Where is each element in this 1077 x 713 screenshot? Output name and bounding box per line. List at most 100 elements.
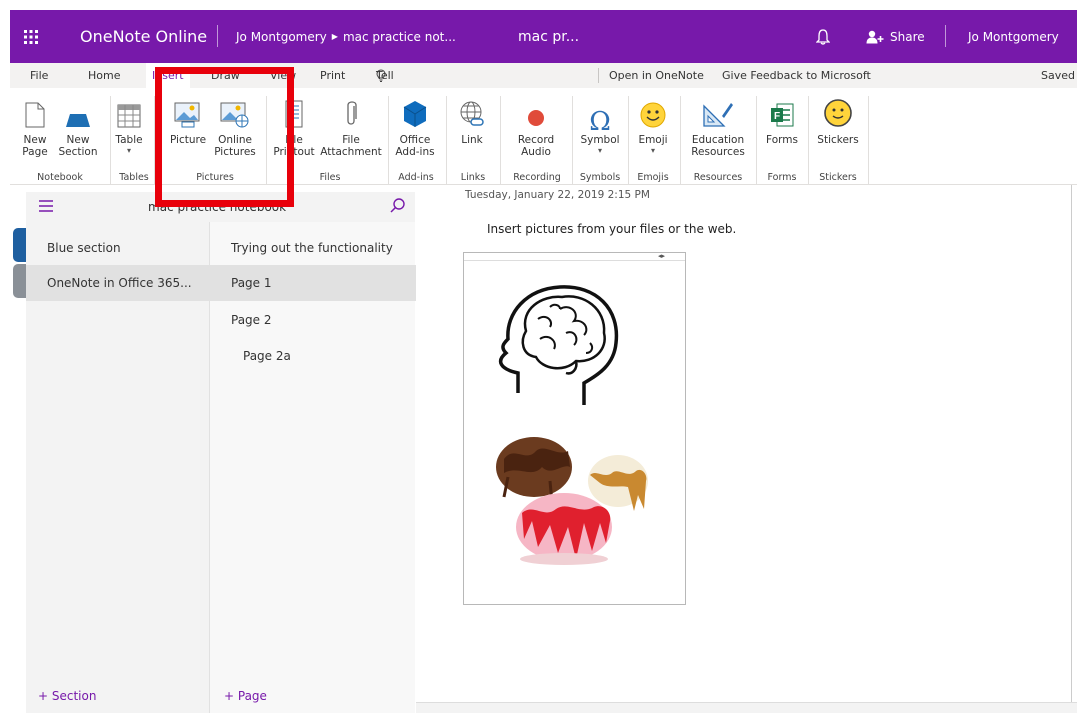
onenote-window: OneNote Online Jo Montgomery ▶ mac pract… xyxy=(0,0,1077,713)
file-attachment-button[interactable]: File Attachment xyxy=(318,88,384,158)
record-audio-button[interactable]: Record Audio xyxy=(516,88,556,158)
title-separator xyxy=(217,25,218,47)
group-separator xyxy=(628,96,629,184)
app-launcher-icon[interactable] xyxy=(24,10,46,63)
chevron-down-icon: ▾ xyxy=(650,146,655,155)
page-item-page-2[interactable]: Page 2 xyxy=(210,302,416,338)
svg-text:F: F xyxy=(774,111,780,122)
symbol-button[interactable]: Ω Symbol ▾ xyxy=(580,88,620,156)
smiley-icon xyxy=(640,102,666,128)
sticker-smiley-icon xyxy=(824,99,852,127)
group-label-resources: Resources xyxy=(693,172,743,183)
page-item-page-2a[interactable]: Page 2a xyxy=(210,338,416,374)
group-label-symbols: Symbols xyxy=(579,172,621,183)
group-label-notebook: Notebook xyxy=(37,172,83,183)
new-page-button[interactable]: New Page xyxy=(20,88,50,158)
open-in-onenote-link[interactable]: Open in OneNote xyxy=(609,63,704,88)
add-person-icon xyxy=(866,30,884,43)
share-button[interactable]: Share xyxy=(866,10,925,63)
title-bar: OneNote Online Jo Montgomery ▶ mac pract… xyxy=(10,10,1077,63)
instruction-text[interactable]: Insert pictures from your files or the w… xyxy=(487,222,736,236)
page-timestamp: Tuesday, January 22, 2019 2:15 PM xyxy=(465,189,650,201)
add-page-button[interactable]: + Page xyxy=(224,689,267,703)
section-item-onenote-office365[interactable]: OneNote in Office 365... xyxy=(26,265,209,301)
horizontal-scrollbar[interactable] xyxy=(416,702,1077,713)
tabs-separator xyxy=(598,68,599,83)
new-section-button[interactable]: New Section xyxy=(56,88,100,158)
office-addins-label-1: Office xyxy=(399,134,431,146)
new-page-label-1: New xyxy=(23,134,47,146)
office-addins-button[interactable]: Office Add-ins xyxy=(394,88,436,158)
education-resources-button[interactable]: Education Resources xyxy=(686,88,750,158)
ice-cream-image[interactable] xyxy=(478,423,650,571)
sections-list: Blue section OneNote in Office 365... + … xyxy=(26,192,209,713)
group-separator xyxy=(756,96,757,184)
group-separator xyxy=(500,96,501,184)
page-canvas[interactable]: Tuesday, January 22, 2019 2:15 PM Insert… xyxy=(416,185,1077,713)
tell-me-box[interactable]: Tell me what you want to do xyxy=(376,63,403,232)
omega-icon: Ω xyxy=(589,107,611,137)
paperclip-icon xyxy=(347,101,357,125)
pictures-group-highlight xyxy=(155,67,294,207)
pages-list: Trying out the functionality Page 1 Page… xyxy=(209,192,416,713)
chevron-down-icon: ▾ xyxy=(126,146,131,155)
group-label-tables: Tables xyxy=(119,172,149,183)
file-attachment-label-2: Attachment xyxy=(320,146,382,158)
brain-head-image[interactable] xyxy=(480,273,630,423)
resize-handle-icon[interactable]: ◂▸ xyxy=(464,253,685,261)
section-color-tab-gray[interactable] xyxy=(13,264,26,298)
chevron-right-icon: ▶ xyxy=(331,32,338,41)
blank-page-icon xyxy=(25,102,45,128)
new-section-label-1: New xyxy=(66,134,90,146)
tell-me-text: Tell me what you want to do xyxy=(376,69,403,232)
forms-label: Forms xyxy=(766,134,798,146)
section-color-tab-blue[interactable] xyxy=(13,228,26,262)
group-label-emojis: Emojis xyxy=(637,172,669,183)
tab-print[interactable]: Print xyxy=(320,63,345,88)
page-item-page-1[interactable]: Page 1 xyxy=(210,265,416,301)
tab-home[interactable]: Home xyxy=(88,63,120,88)
save-status: Saved xyxy=(1041,69,1075,82)
image-container[interactable]: ◂▸ xyxy=(463,252,686,605)
group-separator xyxy=(388,96,389,184)
tab-file[interactable]: File xyxy=(30,63,48,88)
forms-button[interactable]: F Forms xyxy=(762,88,802,146)
new-section-label-2: Section xyxy=(58,146,98,158)
feedback-link[interactable]: Give Feedback to Microsoft xyxy=(722,63,871,88)
breadcrumb[interactable]: Jo Montgomery ▶ mac practice not... xyxy=(236,10,456,63)
search-icon[interactable] xyxy=(389,197,407,218)
hamburger-icon[interactable] xyxy=(38,199,54,213)
breadcrumb-notebook[interactable]: mac practice not... xyxy=(343,30,456,44)
link-button[interactable]: Link xyxy=(456,88,488,146)
education-resources-icon xyxy=(703,103,733,127)
group-separator xyxy=(110,96,111,184)
add-section-button[interactable]: + Section xyxy=(38,689,96,703)
education-resources-label-2: Resources xyxy=(691,146,745,158)
stickers-label: Stickers xyxy=(817,134,859,146)
table-label: Table xyxy=(115,134,143,146)
symbol-label: Symbol xyxy=(580,134,620,146)
emoji-button[interactable]: Emoji ▾ xyxy=(636,88,670,156)
link-label: Link xyxy=(461,134,483,146)
record-icon xyxy=(528,110,544,126)
group-label-links: Links xyxy=(460,172,486,183)
table-icon xyxy=(117,104,141,128)
breadcrumb-user[interactable]: Jo Montgomery xyxy=(236,30,327,44)
stickers-button[interactable]: Stickers xyxy=(816,88,860,146)
section-item-blue[interactable]: Blue section xyxy=(26,230,209,266)
record-audio-label-1: Record xyxy=(517,134,555,146)
app-name[interactable]: OneNote Online xyxy=(80,10,207,63)
new-page-label-2: Page xyxy=(22,146,48,158)
page-title: mac pr... xyxy=(518,28,580,45)
record-audio-label-2: Audio xyxy=(521,146,551,158)
group-label-files: Files xyxy=(319,172,341,183)
table-button[interactable]: Table ▾ xyxy=(114,88,144,156)
user-name[interactable]: Jo Montgomery xyxy=(968,10,1059,63)
page-item-trying-out[interactable]: Trying out the functionality xyxy=(210,230,416,266)
group-separator xyxy=(808,96,809,184)
bell-icon[interactable] xyxy=(816,10,836,63)
office-addins-label-2: Add-ins xyxy=(395,146,435,158)
group-label-forms: Forms xyxy=(767,172,797,183)
link-icon xyxy=(460,101,484,126)
vertical-scrollbar[interactable] xyxy=(1071,185,1077,702)
